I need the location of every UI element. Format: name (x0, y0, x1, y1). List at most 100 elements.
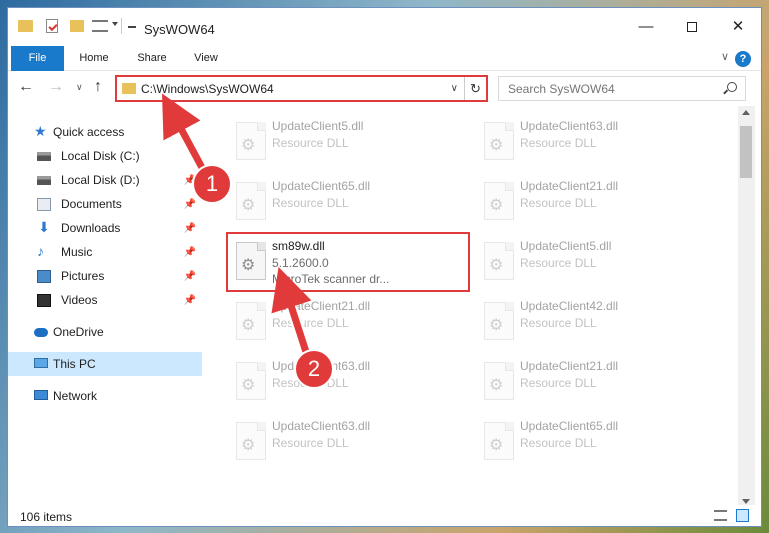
disk-icon (37, 176, 51, 185)
file-name: UpdateClient63.dll (272, 419, 371, 433)
file-description: Resource DLL (520, 196, 597, 210)
sidebar-item-quick-access[interactable]: ★ Quick access (8, 120, 202, 144)
divider (121, 18, 122, 34)
pin-icon[interactable]: 📌 (184, 295, 196, 306)
file-tile-target[interactable]: sm89w.dll 5.1.2600.0 MicroTek scanner dr..… (226, 232, 470, 292)
pictures-icon (37, 270, 51, 283)
sidebar-item-label: Documents (61, 197, 122, 211)
maximize-icon (687, 22, 697, 32)
scroll-down-icon[interactable] (742, 499, 750, 504)
sidebar-item-label: OneDrive (53, 325, 104, 339)
file-tile[interactable]: UpdateClient63.dll Resource DLL (228, 414, 468, 470)
scroll-up-icon[interactable] (742, 110, 750, 115)
sidebar-item-local-disk-d[interactable]: Local Disk (D:) 📌 (8, 168, 202, 192)
file-name: UpdateClient21.dll (520, 179, 619, 193)
back-button[interactable]: ← (18, 78, 34, 96)
file-name: UpdateClient65.dll (520, 419, 619, 433)
tab-share[interactable]: Share (132, 46, 172, 71)
file-tile[interactable]: UpdateClient21.dll Resource DLL (476, 174, 716, 230)
view-icon[interactable] (92, 20, 108, 32)
sidebar-item-documents[interactable]: Documents 📌 (8, 192, 202, 216)
explorer-window: SysWOW64 — ✕ File Home Share View ∨ ? ← … (7, 7, 762, 527)
tab-file[interactable]: File (11, 46, 64, 71)
dll-file-icon (484, 362, 514, 400)
file-description: Resource DLL (520, 436, 597, 450)
sidebar-item-label: Local Disk (D:) (61, 173, 140, 187)
file-tile[interactable]: UpdateClient42.dll Resource DLL (476, 294, 716, 350)
recent-locations-icon[interactable]: ∨ (76, 82, 83, 93)
customize-toolbar-icon[interactable] (128, 22, 136, 28)
scrollbar-thumb[interactable] (740, 126, 752, 178)
properties-icon[interactable] (46, 19, 58, 33)
file-name: UpdateClient42.dll (520, 299, 619, 313)
tab-home[interactable]: Home (74, 46, 114, 71)
sidebar-item-this-pc[interactable]: This PC (8, 352, 202, 376)
file-tile[interactable]: UpdateClient65.dll Resource DLL (228, 174, 468, 230)
file-tile[interactable]: UpdateClient21.dll Resource DLL (476, 354, 716, 410)
file-name: UpdateClient65.dll (272, 179, 371, 193)
title-bar: SysWOW64 — ✕ (8, 8, 761, 44)
sidebar-item-label: This PC (53, 357, 96, 371)
file-description: Resource DLL (520, 256, 597, 270)
music-icon: ♪ (37, 243, 44, 259)
sidebar-item-local-disk-c[interactable]: Local Disk (C:) (8, 144, 202, 168)
search-box[interactable] (498, 76, 746, 101)
new-folder-icon[interactable] (70, 20, 84, 32)
sidebar-item-label: Pictures (61, 269, 105, 283)
details-view-icon[interactable] (714, 510, 727, 521)
file-description: Resource DLL (272, 196, 349, 210)
pin-icon[interactable]: 📌 (184, 271, 196, 282)
pin-icon[interactable]: 📌 (184, 199, 196, 210)
maximize-button[interactable] (669, 14, 715, 40)
file-tile[interactable]: UpdateClient21.dll Resource DLL (228, 294, 468, 350)
file-tile[interactable]: UpdateClient65.dll Resource DLL (476, 414, 716, 470)
documents-icon (37, 198, 51, 211)
file-list: UpdateClient5.dllResource DLLUpdateClien… (208, 106, 738, 496)
up-button[interactable]: ↑ (94, 78, 102, 96)
minimize-button[interactable]: — (623, 14, 669, 40)
sidebar-item-downloads[interactable]: ⬇ Downloads 📌 (8, 216, 202, 240)
disk-icon (37, 152, 51, 161)
file-description: Resource DLL (520, 136, 597, 150)
address-dropdown-icon[interactable]: ∨ (451, 83, 458, 94)
search-input[interactable] (499, 77, 719, 100)
cloud-icon (34, 328, 48, 337)
dll-file-icon (236, 122, 266, 160)
file-description: Resource DLL (272, 436, 349, 450)
file-tile[interactable]: UpdateClient63.dllResource DLL (228, 354, 468, 410)
sidebar-item-music[interactable]: ♪ Music 📌 (8, 240, 202, 264)
sidebar-item-pictures[interactable]: Pictures 📌 (8, 264, 202, 288)
help-icon[interactable]: ? (735, 51, 751, 67)
refresh-button[interactable]: ↻ (464, 77, 486, 100)
pin-icon[interactable]: 📌 (184, 223, 196, 234)
dll-file-icon (236, 182, 266, 220)
dll-file-icon (236, 362, 266, 400)
sidebar-item-network[interactable]: Network (8, 384, 202, 408)
sidebar-item-label: Downloads (61, 221, 121, 235)
address-bar[interactable]: C:\Windows\SysWOW64 ∨ ↻ (115, 75, 488, 102)
file-tile[interactable]: UpdateClient5.dll Resource DLL (228, 114, 468, 170)
vertical-scrollbar[interactable] (738, 106, 755, 510)
large-icons-view-icon[interactable] (736, 509, 749, 522)
sidebar-item-onedrive[interactable]: OneDrive (8, 320, 202, 344)
search-icon[interactable] (727, 82, 737, 92)
sidebar-item-label: Network (53, 389, 98, 403)
star-icon: ★ (34, 123, 47, 139)
chevron-down-icon[interactable] (112, 22, 118, 26)
expand-ribbon-icon[interactable]: ∨ (721, 50, 729, 63)
file-name: UpdateClient63.dll (520, 119, 619, 133)
dll-file-icon (484, 242, 514, 280)
pin-icon[interactable]: 📌 (184, 247, 196, 258)
file-tile[interactable]: UpdateClient5.dll Resource DLL (476, 234, 716, 290)
dll-file-icon (484, 302, 514, 340)
file-description: Resource DLL (272, 316, 349, 330)
close-button[interactable]: ✕ (715, 14, 761, 40)
file-description: 5.1.2600.0 (272, 256, 329, 270)
address-path[interactable]: C:\Windows\SysWOW64 (141, 82, 274, 96)
sidebar-item-videos[interactable]: Videos 📌 (8, 288, 202, 312)
tab-view[interactable]: View (188, 46, 224, 71)
dll-file-icon (236, 422, 266, 460)
item-count: 106 items (20, 510, 73, 524)
forward-button[interactable]: → (48, 78, 64, 96)
file-tile[interactable]: UpdateClient63.dll Resource DLL (476, 114, 716, 170)
